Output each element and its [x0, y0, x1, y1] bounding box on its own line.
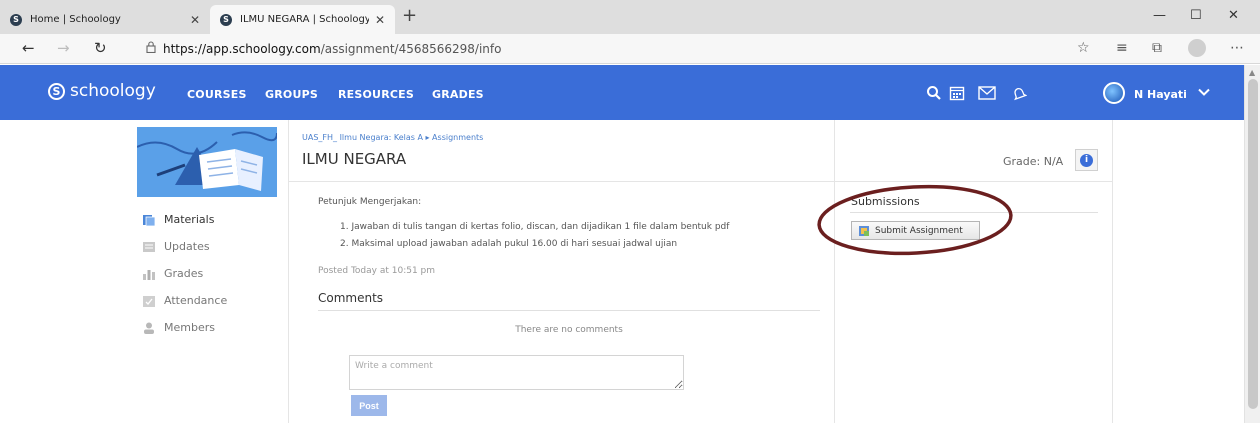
logo-text: schoology	[70, 81, 156, 101]
title-divider	[289, 181, 1112, 182]
new-tab-button[interactable]: +	[402, 5, 417, 27]
back-arrow-icon[interactable]: ←	[22, 39, 35, 57]
user-avatar[interactable]	[1103, 82, 1125, 104]
nav-grades[interactable]: GRADES	[432, 88, 484, 101]
course-left-nav: Materials Updates Grades Attendance Memb…	[137, 206, 287, 341]
lock-icon	[146, 41, 156, 53]
schoology-favicon-icon: S	[10, 13, 22, 26]
nav-groups[interactable]: GROUPS	[265, 88, 318, 101]
sidebar-item-label: Members	[164, 321, 215, 334]
scroll-up-arrow-icon[interactable]: ▲	[1249, 68, 1255, 77]
sidebar-item-label: Updates	[164, 240, 210, 253]
sidebar-item-members[interactable]: Members	[137, 314, 287, 341]
materials-icon	[143, 214, 156, 226]
refresh-icon[interactable]: ↻	[94, 39, 107, 57]
nav-resources[interactable]: RESOURCES	[338, 88, 414, 101]
sidebar-item-materials[interactable]: Materials	[137, 206, 287, 233]
search-icon[interactable]	[923, 82, 945, 104]
submissions-heading: Submissions	[851, 195, 920, 208]
grades-icon	[143, 269, 155, 280]
submit-assignment-label: Submit Assignment	[875, 225, 963, 236]
messages-envelope-icon[interactable]	[976, 82, 998, 104]
url-field[interactable]: https://app.schoology.com/assignment/456…	[163, 42, 501, 56]
nav-courses[interactable]: COURSES	[187, 88, 247, 101]
instruction-item: 2. Maksimal upload jawaban adalah pukul …	[340, 239, 678, 249]
submit-file-icon	[859, 225, 869, 236]
members-icon	[144, 322, 154, 334]
tab-title: Home | Schoology	[30, 14, 121, 25]
favorite-star-icon[interactable]: ☆	[1077, 40, 1090, 56]
maximize-icon[interactable]: ☐	[1190, 8, 1202, 23]
posted-timestamp: Posted Today at 10:51 pm	[318, 266, 436, 276]
book-illustration-icon	[137, 127, 277, 197]
sidebar-item-label: Attendance	[164, 294, 228, 307]
browser-tab-bar: S Home | Schoology ✕ S ILMU NEGARA | Sch…	[0, 0, 1260, 34]
url-domain: https://app.schoology.com	[163, 42, 321, 56]
url-path: /assignment/4568566298/info	[320, 42, 502, 56]
address-bar: ← → ↻ https://app.schoology.com/assignme…	[0, 34, 1260, 64]
forward-arrow-icon[interactable]: →	[57, 39, 70, 57]
sidebar-item-label: Materials	[164, 213, 215, 226]
submit-assignment-button[interactable]: Submit Assignment	[851, 221, 980, 240]
favorites-list-icon[interactable]: ≡	[1116, 40, 1128, 56]
page-title: ILMU NEGARA	[302, 150, 407, 168]
scrollbar-thumb[interactable]	[1248, 79, 1258, 409]
submissions-divider	[834, 120, 835, 423]
instructions-label: Petunjuk Mengerjakan:	[318, 197, 422, 207]
instructions-list: 1. Jawaban di tulis tangan di kertas fol…	[340, 222, 729, 256]
tab-close-icon[interactable]: ✕	[375, 13, 385, 27]
calendar-icon[interactable]	[946, 82, 968, 104]
sidebar-item-label: Grades	[164, 267, 204, 280]
notifications-bell-icon[interactable]	[1008, 82, 1030, 104]
page-scrollbar[interactable]: ▲	[1244, 65, 1260, 423]
schoology-logo[interactable]: S schoology	[48, 81, 156, 101]
tab-title: ILMU NEGARA | Schoology	[240, 14, 369, 25]
course-image	[137, 127, 277, 197]
grade-info-button[interactable]: i	[1075, 149, 1098, 171]
close-window-icon[interactable]: ✕	[1228, 8, 1239, 23]
post-comment-button[interactable]: Post	[351, 395, 387, 416]
submissions-underline	[850, 212, 1098, 213]
schoology-favicon-icon: S	[220, 13, 232, 26]
chevron-down-icon[interactable]	[1197, 85, 1211, 99]
grade-value: Grade: N/A	[1003, 155, 1064, 168]
no-comments-text: There are no comments	[515, 325, 623, 335]
comments-heading: Comments	[318, 291, 384, 305]
sidebar-item-grades[interactable]: Grades	[137, 260, 287, 287]
attendance-icon	[143, 295, 155, 307]
info-icon: i	[1080, 153, 1093, 167]
browser-tab-ilmu-negara[interactable]: S ILMU NEGARA | Schoology ✕	[210, 5, 395, 34]
collections-icon[interactable]: ⧉	[1152, 40, 1162, 56]
comments-divider	[318, 310, 820, 311]
sidebar-item-updates[interactable]: Updates	[137, 233, 287, 260]
updates-icon	[143, 241, 155, 252]
more-options-icon[interactable]: ⋯	[1230, 40, 1244, 56]
tab-close-icon[interactable]: ✕	[190, 13, 200, 27]
minimize-icon[interactable]: —	[1153, 8, 1166, 23]
comment-input[interactable]	[349, 355, 684, 390]
user-name[interactable]: N Hayati	[1134, 88, 1187, 101]
browser-profile-avatar[interactable]	[1188, 39, 1206, 57]
schoology-header: S schoology COURSES GROUPS RESOURCES GRA…	[0, 65, 1244, 120]
browser-tab-home[interactable]: S Home | Schoology ✕	[0, 5, 210, 34]
sidebar-item-attendance[interactable]: Attendance	[137, 287, 287, 314]
instruction-item: 1. Jawaban di tulis tangan di kertas fol…	[340, 222, 730, 232]
breadcrumb[interactable]: UAS_FH_ Ilmu Negara: Kelas A ▸ Assignmen…	[302, 133, 483, 142]
schoology-logo-icon: S	[48, 82, 65, 100]
